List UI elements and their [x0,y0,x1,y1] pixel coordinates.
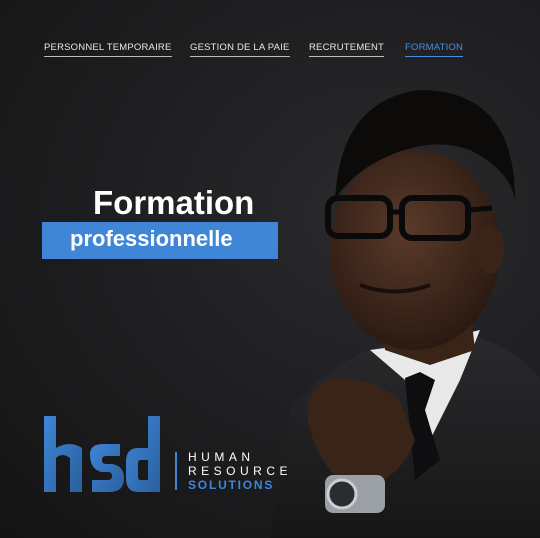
top-navigation: PERSONNEL TEMPORAIRE GESTION DE LA PAIE … [0,42,540,62]
brand-line-solutions: SOLUTIONS [188,478,275,492]
hrs-logo-icon [44,416,160,492]
nav-item-recrutement[interactable]: RECRUTEMENT [309,42,385,57]
logo-divider [175,452,177,490]
brand-line-resource: RESOURCE [188,464,293,478]
nav-item-gestion-de-la-paie[interactable]: GESTION DE LA PAIE [190,42,290,57]
hero-subtitle: professionnelle [70,226,233,251]
brand-wordmark: HUMAN RESOURCE SOLUTIONS [188,450,292,492]
nav-item-personnel-temporaire[interactable]: PERSONNEL TEMPORAIRE [44,42,172,57]
hero-title: Formation [93,184,255,221]
brand-line-human: HUMAN [188,450,255,464]
hero-banner: PERSONNEL TEMPORAIRE GESTION DE LA PAIE … [0,0,540,538]
nav-item-formation[interactable]: FORMATION [405,42,464,57]
